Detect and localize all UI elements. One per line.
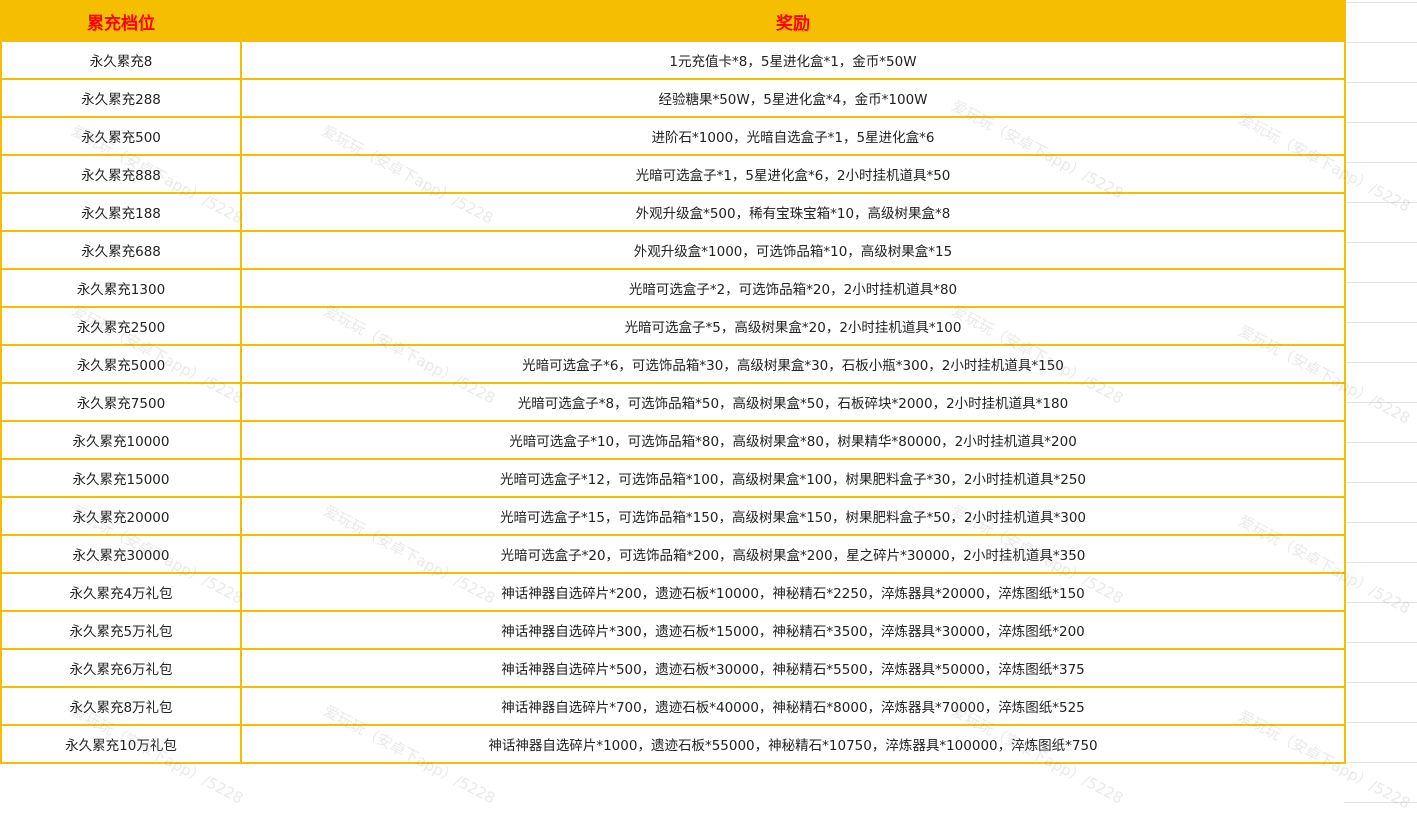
tier-cell: 永久累充288 [0, 78, 242, 118]
tier-cell: 永久累充15000 [0, 458, 242, 498]
table-row: 永久累充20000 光暗可选盒子*15，可选饰品箱*150，高级树果盒*150，树… [0, 496, 1346, 536]
table-row: 永久累充4万礼包 神话神器自选碎片*200，遗迹石板*10000，神秘精石*225… [0, 572, 1346, 612]
tier-cell: 永久累充188 [0, 192, 242, 232]
reward-cell: 神话神器自选碎片*500，遗迹石板*30000，神秘精石*5500，淬炼器具*5… [240, 648, 1346, 688]
reward-cell: 光暗可选盒子*2，可选饰品箱*20，2小时挂机道具*80 [240, 268, 1346, 308]
table-row: 永久累充7500 光暗可选盒子*8，可选饰品箱*50，高级树果盒*50，石板碎块*… [0, 382, 1346, 422]
tier-cell: 永久累充10000 [0, 420, 242, 460]
reward-cell: 外观升级盒*1000，可选饰品箱*10，高级树果盒*15 [240, 230, 1346, 270]
table-row: 永久累充688 外观升级盒*1000，可选饰品箱*10，高级树果盒*15 [0, 230, 1346, 270]
reward-cell: 1元充值卡*8，5星进化盒*1，金币*50W [240, 40, 1346, 80]
table-row: 永久累充5万礼包 神话神器自选碎片*300，遗迹石板*15000，神秘精石*350… [0, 610, 1346, 650]
tier-cell: 永久累充2500 [0, 306, 242, 346]
reward-cell: 神话神器自选碎片*300，遗迹石板*15000，神秘精石*3500，淬炼器具*3… [240, 610, 1346, 650]
tier-cell: 永久累充500 [0, 116, 242, 156]
reward-cell: 光暗可选盒子*8，可选饰品箱*50，高级树果盒*50，石板碎块*2000，2小时… [240, 382, 1346, 422]
tier-cell: 永久累充8万礼包 [0, 686, 242, 726]
tier-cell: 永久累充8 [0, 40, 242, 80]
table-row: 永久累充6万礼包 神话神器自选碎片*500，遗迹石板*30000，神秘精石*550… [0, 648, 1346, 688]
reward-cell: 神话神器自选碎片*700，遗迹石板*40000，神秘精石*8000，淬炼器具*7… [240, 686, 1346, 726]
reward-cell: 神话神器自选碎片*1000，遗迹石板*55000，神秘精石*10750，淬炼器具… [240, 724, 1346, 764]
table-row: 永久累充15000 光暗可选盒子*12，可选饰品箱*100，高级树果盒*100，树… [0, 458, 1346, 498]
reward-cell: 神话神器自选碎片*200，遗迹石板*10000，神秘精石*2250，淬炼器具*2… [240, 572, 1346, 612]
tier-cell: 永久累充1300 [0, 268, 242, 308]
tier-cell: 永久累充20000 [0, 496, 242, 536]
table-row: 永久累充288 经验糖果*50W，5星进化盒*4，金币*100W [0, 78, 1346, 118]
table-row: 永久累充8万礼包 神话神器自选碎片*700，遗迹石板*40000，神秘精石*800… [0, 686, 1346, 726]
reward-cell: 光暗可选盒子*12，可选饰品箱*100，高级树果盒*100，树果肥料盒子*30，… [240, 458, 1346, 498]
tier-cell: 永久累充5万礼包 [0, 610, 242, 650]
reward-column-header: 奖励 [240, 0, 1346, 42]
table-row: 永久累充500 进阶石*1000，光暗自选盒子*1，5星进化盒*6 [0, 116, 1346, 156]
tier-cell: 永久累充688 [0, 230, 242, 270]
table-row: 永久累充2500 光暗可选盒子*5，高级树果盒*20，2小时挂机道具*100 [0, 306, 1346, 346]
reward-cell: 进阶石*1000，光暗自选盒子*1，5星进化盒*6 [240, 116, 1346, 156]
table-row: 永久累充5000 光暗可选盒子*6，可选饰品箱*30，高级树果盒*30，石板小瓶*… [0, 344, 1346, 384]
table-row: 永久累充188 外观升级盒*500，稀有宝珠宝箱*10，高级树果盒*8 [0, 192, 1346, 232]
table-row: 永久累充10万礼包 神话神器自选碎片*1000，遗迹石板*55000，神秘精石*1… [0, 724, 1346, 764]
tier-cell: 永久累充7500 [0, 382, 242, 422]
reward-cell: 光暗可选盒子*1，5星进化盒*6，2小时挂机道具*50 [240, 154, 1346, 194]
tier-column-header: 累充档位 [0, 0, 242, 42]
spreadsheet-gridlines [1344, 0, 1417, 805]
table-row: 永久累充30000 光暗可选盒子*20，可选饰品箱*200，高级树果盒*200，星… [0, 534, 1346, 574]
table-row: 永久累充10000 光暗可选盒子*10，可选饰品箱*80，高级树果盒*80，树果精… [0, 420, 1346, 460]
reward-cell: 经验糖果*50W，5星进化盒*4，金币*100W [240, 78, 1346, 118]
tier-cell: 永久累充5000 [0, 344, 242, 384]
tier-cell: 永久累充10万礼包 [0, 724, 242, 764]
reward-cell: 光暗可选盒子*15，可选饰品箱*150，高级树果盒*150，树果肥料盒子*50，… [240, 496, 1346, 536]
recharge-reward-table: 累充档位 奖励 永久累充8 1元充值卡*8，5星进化盒*1，金币*50W 永久累充… [0, 0, 1346, 764]
table-body: 永久累充8 1元充值卡*8，5星进化盒*1，金币*50W 永久累充288 经验糖果*… [0, 40, 1346, 764]
tier-cell: 永久累充6万礼包 [0, 648, 242, 688]
reward-cell: 光暗可选盒子*10，可选饰品箱*80，高级树果盒*80，树果精华*80000，2… [240, 420, 1346, 460]
tier-cell: 永久累充30000 [0, 534, 242, 574]
reward-cell: 光暗可选盒子*20，可选饰品箱*200，高级树果盒*200，星之碎片*30000… [240, 534, 1346, 574]
table-header-row: 累充档位 奖励 [0, 0, 1346, 42]
table-row: 永久累充888 光暗可选盒子*1，5星进化盒*6，2小时挂机道具*50 [0, 154, 1346, 194]
tier-cell: 永久累充4万礼包 [0, 572, 242, 612]
table-row: 永久累充1300 光暗可选盒子*2，可选饰品箱*20，2小时挂机道具*80 [0, 268, 1346, 308]
reward-cell: 光暗可选盒子*5，高级树果盒*20，2小时挂机道具*100 [240, 306, 1346, 346]
reward-cell: 光暗可选盒子*6，可选饰品箱*30，高级树果盒*30，石板小瓶*300，2小时挂… [240, 344, 1346, 384]
tier-cell: 永久累充888 [0, 154, 242, 194]
table-row: 永久累充8 1元充值卡*8，5星进化盒*1，金币*50W [0, 40, 1346, 80]
reward-cell: 外观升级盒*500，稀有宝珠宝箱*10，高级树果盒*8 [240, 192, 1346, 232]
